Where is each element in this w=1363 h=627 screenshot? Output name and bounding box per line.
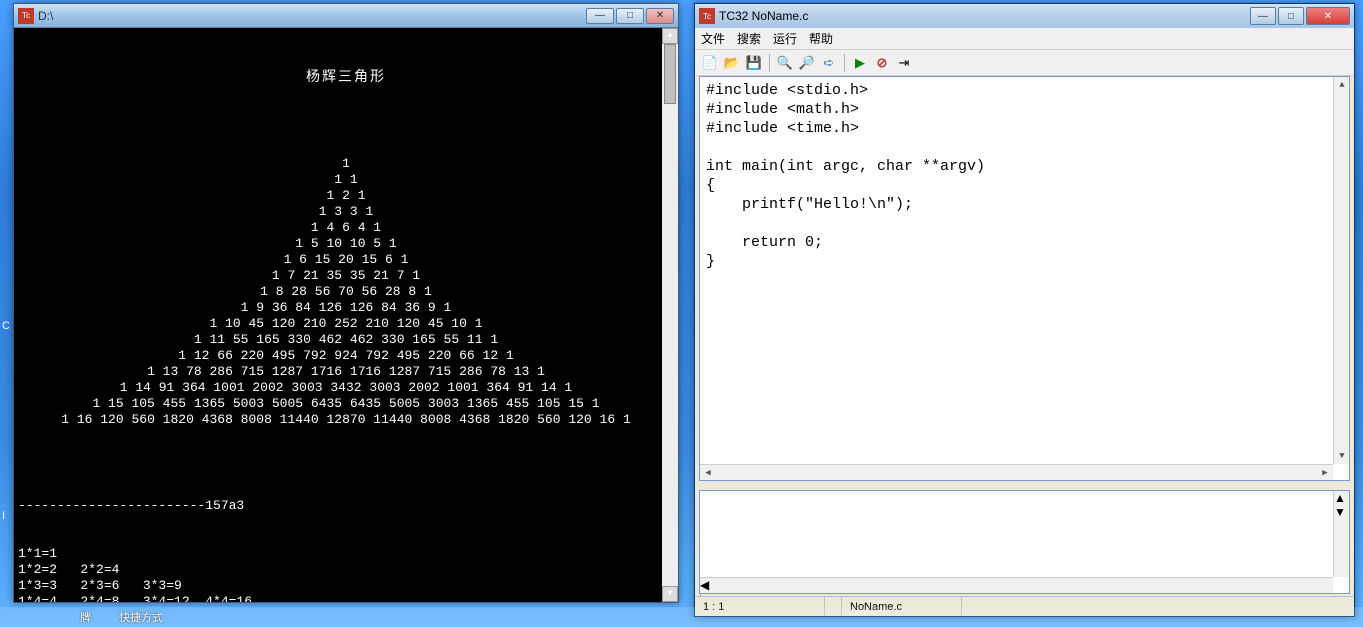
code-content[interactable]: #include <stdio.h> #include <math.h> #in… <box>700 77 1349 275</box>
open-file-icon[interactable]: 📂 <box>723 54 741 72</box>
pascal-row: 1 14 91 364 1001 2002 3003 3432 3003 200… <box>18 380 674 396</box>
taskbar-reflection <box>0 607 1363 627</box>
new-file-icon[interactable]: 📄 <box>701 54 719 72</box>
ide-titlebar[interactable]: Tc TC32 NoName.c — □ ✕ <box>695 4 1354 28</box>
menu-search[interactable]: 搜索 <box>737 30 761 47</box>
mult-table-row: 1*4=4 2*4=8 3*4=12 4*4=16 <box>18 594 674 602</box>
step-icon[interactable]: ⇥ <box>895 54 913 72</box>
pascal-row: 1 3 3 1 <box>18 204 674 220</box>
find-icon[interactable]: 🔍 <box>776 54 794 72</box>
save-file-icon[interactable]: 💾 <box>745 54 763 72</box>
editor-hscrollbar[interactable]: ◀ ▶ <box>700 464 1333 480</box>
pascal-row: 1 12 66 220 495 792 924 792 495 220 66 1… <box>18 348 674 364</box>
console-maximize-button[interactable]: □ <box>616 8 644 24</box>
scroll-up-icon[interactable]: ▲ <box>1334 491 1349 505</box>
mult-table-row: 1*1=1 <box>18 546 674 562</box>
run-icon[interactable]: ▶ <box>851 54 869 72</box>
scroll-left-icon[interactable]: ◀ <box>700 465 716 481</box>
find-next-icon[interactable]: 🔎 <box>798 54 816 72</box>
stop-icon[interactable]: ⊘ <box>873 54 891 72</box>
scroll-down-icon[interactable]: ▼ <box>662 586 678 602</box>
desktop-letter-c: C <box>2 320 10 332</box>
scroll-right-icon[interactable]: ▶ <box>1317 465 1333 481</box>
ide-menubar: 文件 搜索 运行 帮助 <box>695 28 1354 50</box>
console-body: 杨辉三角形 11 11 2 11 3 3 11 4 6 4 11 5 10 10… <box>14 28 678 602</box>
pascal-row: 1 2 1 <box>18 188 674 204</box>
scroll-up-icon[interactable]: ▲ <box>1334 77 1350 93</box>
ide-maximize-button[interactable]: □ <box>1278 7 1304 25</box>
scroll-left-icon[interactable]: ◀ <box>700 578 1333 592</box>
pascal-row: 1 6 15 20 15 6 1 <box>18 252 674 268</box>
scroll-up-icon[interactable]: ▲ <box>662 28 678 44</box>
ide-close-button[interactable]: ✕ <box>1306 7 1350 25</box>
toolbar-separator <box>769 54 770 72</box>
ide-minimize-button[interactable]: — <box>1250 7 1276 25</box>
pascal-row: 1 <box>18 156 674 172</box>
pascal-row: 1 5 10 10 5 1 <box>18 236 674 252</box>
pascal-row: 1 11 55 165 330 462 462 330 165 55 11 1 <box>18 332 674 348</box>
pascal-row: 1 15 105 455 1365 5003 5005 6435 6435 50… <box>18 396 674 412</box>
console-close-button[interactable]: ✕ <box>646 8 674 24</box>
pascal-row: 1 13 78 286 715 1287 1716 1716 1287 715 … <box>18 364 674 380</box>
output-vscrollbar[interactable]: ▲ ▼ <box>1333 491 1349 577</box>
ide-title: TC32 NoName.c <box>719 9 1250 23</box>
scroll-thumb[interactable] <box>664 44 676 104</box>
console-scrollbar[interactable]: ▲ ▼ <box>662 28 678 602</box>
output-hscrollbar[interactable]: ◀ ▶ <box>700 577 1333 593</box>
ide-app-icon: Tc <box>699 8 715 24</box>
ide-output-panel[interactable]: ▲ ▼ ◀ ▶ <box>699 490 1350 594</box>
toolbar-separator <box>844 54 845 72</box>
mult-table-row: 1*3=3 2*3=6 3*3=9 <box>18 578 674 594</box>
menu-run[interactable]: 运行 <box>773 30 797 47</box>
scroll-down-icon[interactable]: ▼ <box>1334 505 1349 519</box>
pascal-row: 1 7 21 35 35 21 7 1 <box>18 268 674 284</box>
ide-editor[interactable]: #include <stdio.h> #include <math.h> #in… <box>699 76 1350 481</box>
console-app-icon: Tc <box>18 8 34 24</box>
menu-help[interactable]: 帮助 <box>809 30 833 47</box>
pascal-title: 杨辉三角形 <box>18 70 674 86</box>
pascal-row: 1 1 <box>18 172 674 188</box>
divider-line: ------------------------157a3 <box>18 498 674 514</box>
console-title: D:\ <box>38 9 586 23</box>
mult-table-row: 1*2=2 2*2=4 <box>18 562 674 578</box>
desktop-letter-i: I <box>2 510 5 522</box>
pascal-row: 1 8 28 56 70 56 28 8 1 <box>18 284 674 300</box>
console-titlebar[interactable]: Tc D:\ — □ ✕ <box>14 4 678 28</box>
ide-toolbar: 📄 📂 💾 🔍 🔎 ➪ ▶ ⊘ ⇥ <box>695 50 1354 76</box>
pascal-row: 1 9 36 84 126 126 84 36 9 1 <box>18 300 674 316</box>
editor-vscrollbar[interactable]: ▲ ▼ <box>1333 77 1349 464</box>
pascal-row: 1 4 6 4 1 <box>18 220 674 236</box>
console-window: Tc D:\ — □ ✕ 杨辉三角形 11 11 2 11 3 3 11 4 6… <box>13 3 679 603</box>
pascal-row: 1 16 120 560 1820 4368 8008 11440 12870 … <box>18 412 674 428</box>
scroll-down-icon[interactable]: ▼ <box>1334 448 1350 464</box>
menu-file[interactable]: 文件 <box>701 30 725 47</box>
goto-icon[interactable]: ➪ <box>820 54 838 72</box>
console-minimize-button[interactable]: — <box>586 8 614 24</box>
console-content: 杨辉三角形 11 11 2 11 3 3 11 4 6 4 11 5 10 10… <box>14 28 678 602</box>
ide-window: Tc TC32 NoName.c — □ ✕ 文件 搜索 运行 帮助 📄 📂 💾… <box>694 3 1355 617</box>
pascal-row: 1 10 45 120 210 252 210 120 45 10 1 <box>18 316 674 332</box>
